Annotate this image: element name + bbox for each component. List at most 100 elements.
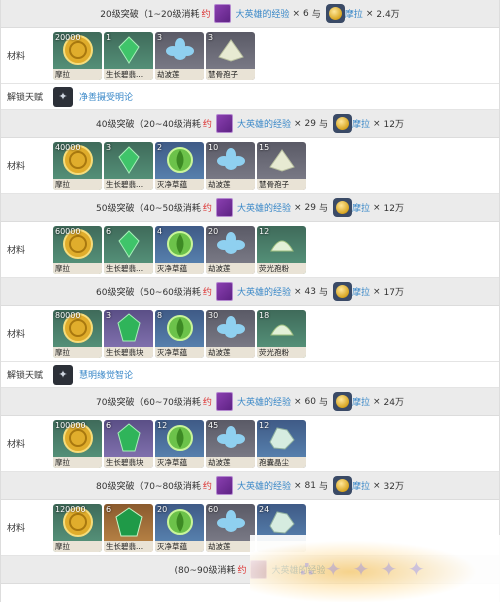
materials-label: 材料	[7, 330, 26, 340]
mora-amount: 12万	[383, 120, 404, 130]
mora-coin-icon	[325, 4, 345, 23]
mora-name[interactable]: 摩拉	[352, 117, 370, 130]
exp-item-name[interactable]: 大英雄的经验	[235, 7, 289, 20]
material-item[interactable]: 20000 摩拉	[53, 31, 102, 80]
exp-item-name[interactable]: 大英雄的经验	[237, 285, 291, 298]
materials-label: 材料	[7, 162, 26, 172]
talent-unlock-row: 解锁天赋 ✦ 慧明缘觉智论	[1, 362, 499, 388]
material-item[interactable]: 12 孢囊晶尘	[257, 419, 306, 468]
exp-book-icon	[214, 4, 232, 23]
material-count: 100000	[55, 420, 86, 430]
material-item[interactable]: 3 慧骨孢子	[206, 31, 255, 80]
exp-book-icon	[215, 392, 233, 411]
material-count: 45	[208, 420, 219, 430]
section-header: 60级突破（50~60级消耗约大英雄的经验 × 43 与摩拉 × 17万	[1, 278, 499, 306]
mora-coin-icon	[332, 392, 352, 411]
mora-coin-icon	[332, 114, 352, 133]
exp-item-name[interactable]: 大英雄的经验	[237, 117, 291, 130]
material-name: 摩拉	[53, 346, 102, 358]
section-header: 20级突破（1~20级消耗约大英雄的经验 × 6 与摩拉 × 2.4万	[1, 0, 499, 28]
times-sign: ×	[292, 8, 301, 19]
material-item[interactable]: 3 生长碧翡块	[104, 309, 153, 358]
material-item[interactable]: 8 灭净草蕴	[155, 309, 204, 358]
times-sign: ×	[365, 8, 374, 19]
material-item[interactable]: 6 生长碧翡...	[104, 503, 153, 552]
header-text: 70级突破（60~70级消耗	[96, 398, 201, 408]
material-list: 80000 摩拉 3 生长碧翡块 8 灭净草蕴 30 劫波莲 18 荧光孢粉	[53, 309, 306, 358]
materials-row: 材料 60000 摩拉 6 生长碧翡... 4 灭净草蕴 20 劫波莲 12 荧光孢粉	[1, 222, 499, 278]
section-header: 50级突破（40~50级消耗约大英雄的经验 × 29 与摩拉 × 12万	[1, 194, 499, 222]
material-name: 摩拉	[53, 178, 102, 190]
material-item[interactable]: 30 劫波莲	[206, 309, 255, 358]
approx-label: 约	[202, 120, 212, 130]
green-gem-icon	[104, 310, 153, 347]
material-item[interactable]: 6 生长碧翡...	[104, 225, 153, 274]
material-item[interactable]: 3 生长碧翡...	[104, 141, 153, 190]
green-gem-icon	[104, 226, 153, 263]
material-item[interactable]: 40000 摩拉	[53, 141, 102, 190]
exp-item-name[interactable]: 大英雄的经验	[237, 201, 291, 214]
header-text: 50级突破（40~50级消耗	[96, 204, 201, 214]
material-item[interactable]: 120000 摩拉	[53, 503, 102, 552]
material-count: 3	[208, 32, 214, 42]
material-item[interactable]: 4 灭净草蕴	[155, 225, 204, 274]
material-item[interactable]: 45 劫波莲	[206, 419, 255, 468]
material-name: 劫波莲	[206, 540, 255, 552]
material-count: 30	[208, 310, 219, 320]
material-count: 20	[157, 504, 168, 514]
material-item[interactable]: 12 灭净草蕴	[155, 419, 204, 468]
material-count: 60000	[55, 226, 81, 236]
section-header: 70级突破（60~70级消耗约大英雄的经验 × 60 与摩拉 × 24万	[1, 388, 499, 416]
material-name: 生长碧翡...	[104, 540, 153, 552]
material-item[interactable]: 20 灭净草蕴	[155, 503, 204, 552]
material-count: 15	[259, 142, 270, 152]
times-sign: ×	[372, 202, 381, 213]
mora-name[interactable]: 摩拉	[352, 201, 370, 214]
material-name: 劫波莲	[206, 262, 255, 274]
mora-name[interactable]: 摩拉	[352, 479, 370, 492]
exp-count: 60	[304, 396, 316, 407]
mora-name[interactable]: 摩拉	[345, 7, 363, 20]
material-list: 20000 摩拉 1 生长碧翡... 3 劫波莲 3 慧骨孢子	[53, 31, 255, 80]
material-name: 生长碧翡块	[104, 346, 153, 358]
material-count: 60	[208, 504, 219, 514]
mora-name[interactable]: 摩拉	[352, 285, 370, 298]
material-count: 18	[259, 310, 270, 320]
mora-name[interactable]: 摩拉	[352, 395, 370, 408]
exp-item-name[interactable]: 大英雄的经验	[237, 395, 291, 408]
material-item[interactable]: 100000 摩拉	[53, 419, 102, 468]
material-name: 荧光孢粉	[257, 346, 306, 358]
talent-name[interactable]: 净善摄受明论	[79, 90, 133, 103]
material-item[interactable]: 18 荧光孢粉	[257, 309, 306, 358]
mora-amount: 32万	[383, 482, 404, 492]
material-count: 20	[208, 226, 219, 236]
material-count: 3	[106, 142, 112, 152]
and-label: 与	[318, 288, 328, 298]
material-item[interactable]: 10 劫波莲	[206, 141, 255, 190]
exp-book-icon	[215, 282, 233, 301]
materials-row: 材料 20000 摩拉 1 生长碧翡... 3 劫波莲 3 慧骨孢子	[1, 28, 499, 84]
exp-count: 6	[303, 8, 309, 19]
material-name: 荧光孢粉	[257, 262, 306, 274]
material-item[interactable]: 12 荧光孢粉	[257, 225, 306, 274]
material-item[interactable]: 60 劫波莲	[206, 503, 255, 552]
unlock-talent-label: 解锁天赋	[7, 93, 44, 103]
header-text: 80级突破（70~80级消耗	[96, 482, 201, 492]
material-item[interactable]: 6 生长碧翡块	[104, 419, 153, 468]
exp-item-name[interactable]: 大英雄的经验	[237, 479, 291, 492]
mora-amount: 17万	[383, 288, 404, 298]
material-item[interactable]: 80000 摩拉	[53, 309, 102, 358]
material-count: 80000	[55, 310, 81, 320]
exp-count: 81	[304, 480, 316, 491]
material-item[interactable]: 3 劫波莲	[155, 31, 204, 80]
seed-icon	[155, 310, 204, 347]
material-name: 孢囊晶尘	[257, 456, 306, 468]
talent-name[interactable]: 慧明缘觉智论	[79, 368, 133, 381]
material-item[interactable]: 15 慧骨孢子	[257, 141, 306, 190]
material-item[interactable]: 1 生长碧翡...	[104, 31, 153, 80]
material-item[interactable]: 2 灭净草蕴	[155, 141, 204, 190]
material-item[interactable]: 20 劫波莲	[206, 225, 255, 274]
material-item[interactable]: 60000 摩拉	[53, 225, 102, 274]
exp-book-icon	[215, 198, 233, 217]
times-sign: ×	[372, 118, 381, 129]
